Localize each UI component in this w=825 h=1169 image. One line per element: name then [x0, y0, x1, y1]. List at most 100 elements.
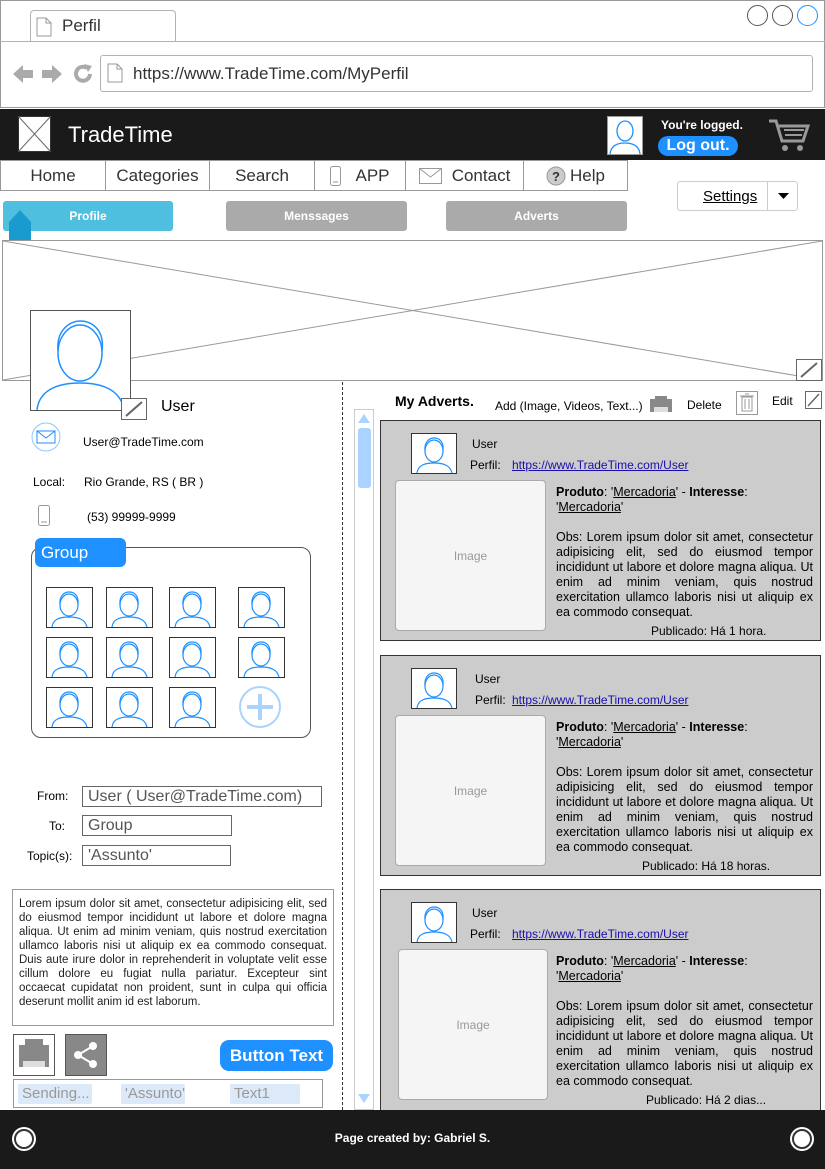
maximize-button[interactable] — [772, 5, 793, 26]
edit-label[interactable]: Edit — [772, 394, 793, 408]
advert-published: Publicado: Há 1 hora. — [651, 624, 767, 638]
group-member-avatar[interactable] — [106, 687, 153, 728]
brand-name[interactable]: TradeTime — [68, 122, 173, 148]
tab-messages[interactable]: Menssages — [226, 201, 407, 231]
group-member-avatar[interactable] — [46, 587, 93, 628]
advert-product-line: Produto: 'Mercadoria' - Interesse: 'Merca… — [556, 954, 748, 983]
advert-user-name: User — [472, 437, 498, 451]
advert-image[interactable]: Image — [398, 949, 548, 1100]
scroll-thumb[interactable] — [358, 428, 371, 488]
group-member-avatar[interactable] — [238, 587, 285, 628]
nav-categories[interactable]: Categories — [105, 160, 210, 191]
advert-image[interactable]: Image — [395, 715, 546, 866]
group-member-avatar[interactable] — [46, 637, 93, 678]
nav-contact[interactable]: Contact — [405, 160, 524, 191]
advert-published: Publicado: Há 18 horas. — [642, 859, 771, 873]
advert-user-name: User — [472, 906, 498, 920]
email-icon — [31, 422, 61, 452]
send-button[interactable]: Button Text — [220, 1040, 333, 1071]
share-icon[interactable] — [65, 1034, 107, 1076]
advert-user-avatar[interactable] — [411, 902, 457, 943]
nav-home[interactable]: Home — [0, 160, 106, 191]
from-label: From: — [37, 789, 69, 803]
edit-avatar-icon[interactable] — [121, 398, 147, 420]
group-member-avatar[interactable] — [238, 637, 285, 678]
advert-perfil-label: Perfil: — [470, 927, 501, 941]
advert-perfil-label: Perfil: — [470, 458, 501, 472]
advert-user-avatar[interactable] — [411, 433, 457, 474]
advert-profile-link[interactable]: https://www.TradeTime.com/User — [512, 693, 688, 707]
produto-value[interactable]: Mercadoria — [613, 954, 676, 968]
from-field[interactable]: User ( User@TradeTime.com) — [82, 786, 322, 807]
chevron-down-icon[interactable] — [778, 193, 789, 200]
produto-label: Produto — [556, 485, 604, 499]
add-media-label[interactable]: Add (Image, Videos, Text...) — [495, 399, 643, 413]
produto-value[interactable]: Mercadoria — [613, 720, 676, 734]
minimize-button[interactable] — [747, 5, 768, 26]
status-text1: Text1 — [230, 1084, 300, 1104]
logo-placeholder-icon[interactable] — [18, 116, 51, 152]
group-member-avatar[interactable] — [106, 587, 153, 628]
url-text: https://www.TradeTime.com/MyPerfil — [133, 64, 409, 83]
upload-icon[interactable] — [649, 395, 673, 413]
logout-button[interactable]: Log out. — [658, 136, 738, 156]
reload-icon[interactable] — [71, 62, 95, 86]
scroll-up-icon[interactable] — [358, 413, 370, 423]
delete-label[interactable]: Delete — [687, 398, 722, 412]
footer-credit: Page created by: Gabriel S. — [334, 1131, 491, 1145]
back-icon[interactable] — [11, 63, 35, 85]
topic-label: Topic(s): — [27, 849, 73, 863]
tab-adverts[interactable]: Adverts — [446, 201, 627, 231]
group-member-avatar[interactable] — [46, 687, 93, 728]
interesse-value[interactable]: Mercadoria — [558, 969, 621, 983]
advert-user-avatar[interactable] — [411, 668, 457, 709]
nav-help[interactable]: ? Help — [523, 160, 628, 191]
tab-divider — [0, 41, 825, 42]
nav-search[interactable]: Search — [209, 160, 315, 191]
cart-icon[interactable] — [767, 117, 811, 153]
interesse-value[interactable]: Mercadoria — [558, 735, 621, 749]
advert-image-label: Image — [453, 783, 488, 798]
edit-cover-icon[interactable] — [796, 359, 822, 381]
nav-app[interactable]: APP — [314, 160, 406, 191]
produto-label: Produto — [556, 954, 604, 968]
advert-profile-link[interactable]: https://www.TradeTime.com/User — [512, 927, 688, 941]
print-icon[interactable] — [13, 1034, 55, 1076]
interesse-label: Interesse — [689, 485, 745, 499]
message-body[interactable]: Lorem ipsum dolor sit amet, consectetur … — [12, 889, 334, 1026]
nav-app-label: APP — [355, 165, 390, 185]
close-window-button[interactable] — [797, 5, 818, 26]
group-member-avatar[interactable] — [106, 637, 153, 678]
to-field[interactable]: Group — [82, 815, 232, 836]
nav-home-label: Home — [30, 165, 76, 185]
scroll-down-icon[interactable] — [358, 1094, 370, 1104]
interesse-value[interactable]: Mercadoria — [558, 500, 621, 514]
advert-image[interactable]: Image — [395, 480, 546, 631]
mail-icon — [418, 167, 442, 184]
add-member-icon[interactable] — [237, 686, 283, 728]
produto-label: Produto — [556, 720, 604, 734]
column-divider — [342, 382, 343, 1110]
settings-divider — [767, 182, 768, 210]
group-member-avatar[interactable] — [169, 587, 216, 628]
scrollbar[interactable] — [354, 409, 374, 1110]
forward-icon[interactable] — [40, 63, 64, 85]
profile-email: User@TradeTime.com — [83, 435, 204, 449]
edit-icon[interactable] — [805, 391, 822, 409]
footer-right-icon[interactable] — [789, 1126, 815, 1152]
user-avatar[interactable] — [607, 116, 643, 155]
group-member-avatar[interactable] — [169, 687, 216, 728]
page-icon — [36, 17, 52, 37]
produto-value[interactable]: Mercadoria — [613, 485, 676, 499]
advert-image-label: Image — [453, 548, 488, 563]
topic-field[interactable]: 'Assunto' — [82, 845, 231, 866]
advert-profile-link[interactable]: https://www.TradeTime.com/User — [512, 458, 688, 472]
status-sending: Sending... — [18, 1084, 92, 1104]
advert-perfil-label: Perfil: — [475, 693, 506, 707]
help-icon: ? — [546, 166, 566, 186]
trash-icon[interactable] — [736, 391, 758, 415]
profile-avatar[interactable] — [30, 310, 131, 411]
local-label: Local: — [33, 475, 66, 489]
group-member-avatar[interactable] — [169, 637, 216, 678]
footer-left-icon[interactable] — [11, 1126, 37, 1152]
